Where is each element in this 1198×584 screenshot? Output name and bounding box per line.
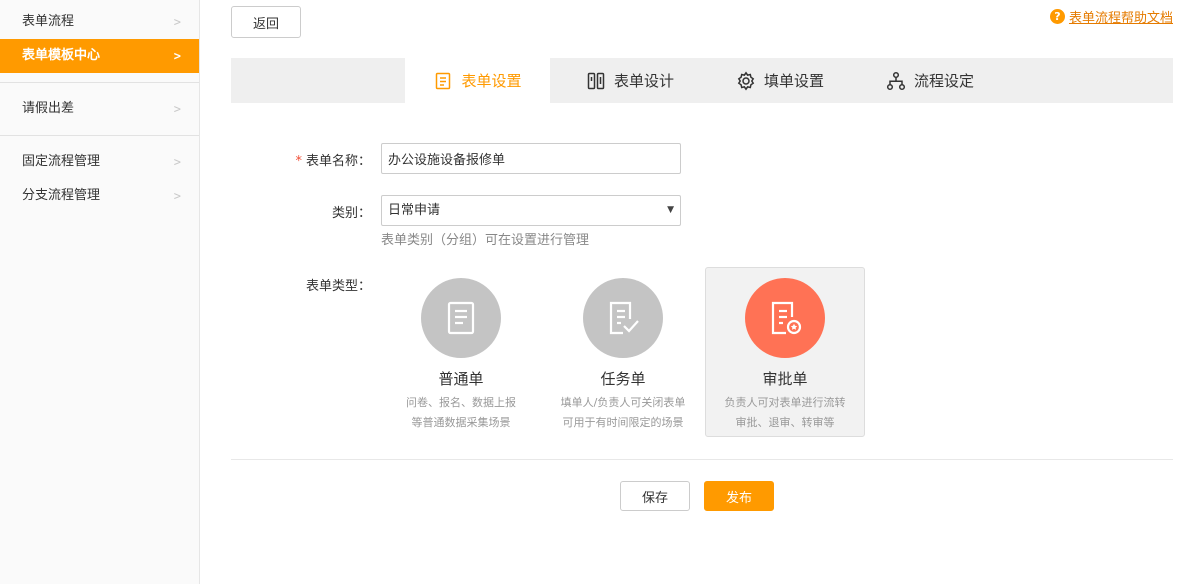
publish-button[interactable]: 发布 — [704, 481, 774, 511]
chevron-right-icon: > — [173, 155, 181, 169]
back-button[interactable]: 返回 — [231, 6, 301, 38]
question-icon: ? — [1049, 9, 1065, 24]
document-icon — [447, 301, 475, 335]
sidebar-item-label: 请假出差 — [22, 101, 75, 116]
flow-icon — [886, 71, 906, 90]
category-select[interactable]: 日常申请 ▼ — [381, 195, 681, 226]
type-desc: 负责人可对表单进行流转 审批、退审、转审等 — [706, 393, 864, 433]
chevron-right-icon: > — [173, 102, 181, 116]
sidebar-divider — [0, 82, 199, 83]
type-desc-line: 可用于有时间限定的场景 — [562, 416, 684, 429]
divider — [231, 459, 1173, 460]
type-card-task[interactable]: 任务单 填单人/负责人可关闭表单 可用于有时间限定的场景 — [543, 267, 703, 437]
sidebar-item-label: 分支流程管理 — [22, 188, 101, 203]
sidebar: 表单流程 > 表单模板中心 > 请假出差 > 固定流程管理 > 分支流程管理 > — [0, 0, 200, 584]
approval-document-icon — [771, 301, 802, 335]
type-desc-line: 负责人可对表单进行流转 — [724, 396, 846, 409]
help-doc-link[interactable]: 表单流程帮助文档 — [1069, 7, 1173, 26]
caret-down-icon: ▼ — [667, 205, 674, 215]
sidebar-item-form-flow[interactable]: 表单流程 > — [0, 5, 199, 39]
tab-fill-settings[interactable]: 填单设置 — [720, 58, 840, 103]
sidebar-item-branch-flow[interactable]: 分支流程管理 > — [0, 179, 199, 213]
chevron-right-icon: > — [173, 15, 181, 29]
type-title: 审批单 — [762, 370, 808, 388]
main-content: 返回 ? 表单流程帮助文档 表单设置 表单设计 填单设置 流程设定 * 表单名称… — [201, 0, 1198, 584]
sidebar-item-fixed-flow[interactable]: 固定流程管理 > — [0, 145, 199, 179]
form-design-icon — [587, 72, 605, 89]
gear-icon — [737, 70, 755, 91]
type-desc-line: 审批、退审、转审等 — [735, 416, 835, 429]
save-button[interactable]: 保存 — [620, 481, 690, 511]
sidebar-item-leave-travel[interactable]: 请假出差 > — [0, 92, 199, 126]
required-mark: * — [295, 154, 302, 169]
form-settings-icon — [436, 72, 451, 89]
form-name-label-text: 表单名称： — [305, 154, 371, 169]
type-circle — [745, 278, 825, 358]
tab-label: 填单设置 — [763, 72, 824, 90]
type-desc-line: 问卷、报名、数据上报 — [406, 396, 516, 409]
sidebar-divider — [0, 135, 199, 136]
sidebar-item-label: 表单模板中心 — [22, 48, 101, 63]
form-name-input[interactable] — [381, 143, 681, 174]
category-hint: 表单类别（分组）可在设置进行管理 — [381, 233, 590, 248]
type-circle — [583, 278, 663, 358]
type-circle — [421, 278, 501, 358]
type-desc-line: 填单人/负责人可关闭表单 — [560, 396, 686, 409]
type-card-approval[interactable]: 审批单 负责人可对表单进行流转 审批、退审、转审等 — [705, 267, 865, 437]
help-link-area: ? 表单流程帮助文档 — [1049, 7, 1173, 26]
form-type-label: 表单类型： — [305, 279, 371, 294]
category-selected-value: 日常申请 — [388, 203, 441, 218]
sidebar-item-label: 表单流程 — [22, 14, 75, 29]
tab-label: 表单设计 — [613, 72, 674, 90]
form-name-label: * 表单名称： — [231, 150, 371, 169]
tab-form-settings[interactable]: 表单设置 — [405, 58, 550, 103]
tab-label: 表单设置 — [461, 72, 522, 90]
chevron-right-icon: > — [173, 49, 181, 63]
type-card-normal[interactable]: 普通单 问卷、报名、数据上报 等普通数据采集场景 — [381, 267, 541, 437]
type-desc: 填单人/负责人可关闭表单 可用于有时间限定的场景 — [544, 393, 702, 433]
category-row: 类别： 日常申请 ▼ 表单类别（分组）可在设置进行管理 — [231, 195, 1173, 255]
category-label: 类别： — [331, 206, 371, 221]
task-document-icon — [609, 301, 639, 335]
tab-form-design[interactable]: 表单设计 — [570, 58, 690, 103]
chevron-right-icon: > — [173, 189, 181, 203]
type-desc-line: 等普通数据采集场景 — [411, 416, 511, 429]
sidebar-item-label: 固定流程管理 — [22, 154, 101, 169]
tabs-bar: 表单设置 表单设计 填单设置 流程设定 — [231, 58, 1173, 103]
type-title: 普通单 — [438, 370, 484, 388]
tab-flow-settings[interactable]: 流程设定 — [870, 58, 990, 103]
type-desc: 问卷、报名、数据上报 等普通数据采集场景 — [382, 393, 540, 433]
form-name-row: * 表单名称： — [231, 143, 1173, 175]
tab-label: 流程设定 — [913, 72, 974, 90]
type-title: 任务单 — [600, 370, 646, 388]
sidebar-item-template-center[interactable]: 表单模板中心 > — [0, 39, 199, 73]
